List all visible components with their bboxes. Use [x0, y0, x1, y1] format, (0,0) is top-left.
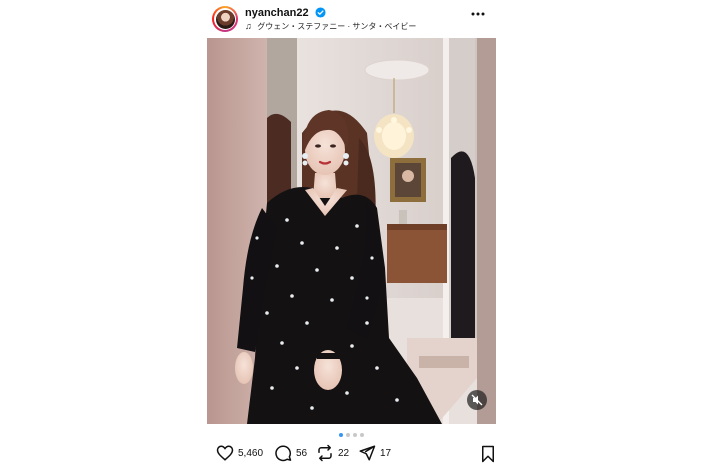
bookmark-icon	[482, 445, 494, 463]
share-icon	[359, 445, 376, 461]
like-button[interactable]: 5,460	[216, 444, 276, 464]
comment-button[interactable]: 56	[274, 444, 314, 464]
verified-badge-icon	[315, 7, 326, 18]
carousel-dot	[359, 433, 364, 437]
save-button[interactable]	[480, 445, 496, 468]
heart-icon	[216, 445, 234, 461]
comment-count: 56	[296, 448, 308, 459]
carousel-dot	[345, 433, 350, 437]
repost-icon	[318, 444, 332, 462]
carousel-dot-active	[338, 433, 343, 437]
post-photo	[207, 38, 496, 424]
more-horizontal-icon[interactable]	[470, 8, 486, 20]
mute-button[interactable]	[467, 390, 487, 410]
avatar[interactable]	[212, 6, 238, 32]
carousel-dot	[352, 433, 357, 437]
action-bar: 5,460 56 22 17	[216, 444, 496, 464]
username[interactable]: nyanchan22	[245, 7, 309, 19]
audio-title: グウェン・ステファニー · サンタ・ベイビー	[257, 22, 417, 31]
post-media[interactable]	[207, 38, 496, 424]
mute-icon	[471, 394, 483, 406]
post-header: nyanchan22 ♫ グウェン・ステファニー · サンタ・ベイビー	[212, 6, 496, 32]
music-note-icon: ♫	[245, 21, 252, 31]
repost-count: 22	[338, 448, 350, 459]
carousel-indicator	[0, 433, 702, 437]
comment-icon	[275, 445, 292, 462]
share-button[interactable]: 17	[358, 444, 398, 464]
audio-link[interactable]: ♫ グウェン・ステファニー · サンタ・ベイビー	[245, 21, 416, 32]
repost-button[interactable]: 22	[316, 444, 356, 464]
like-count: 5,460	[238, 448, 264, 459]
share-count: 17	[380, 448, 392, 459]
